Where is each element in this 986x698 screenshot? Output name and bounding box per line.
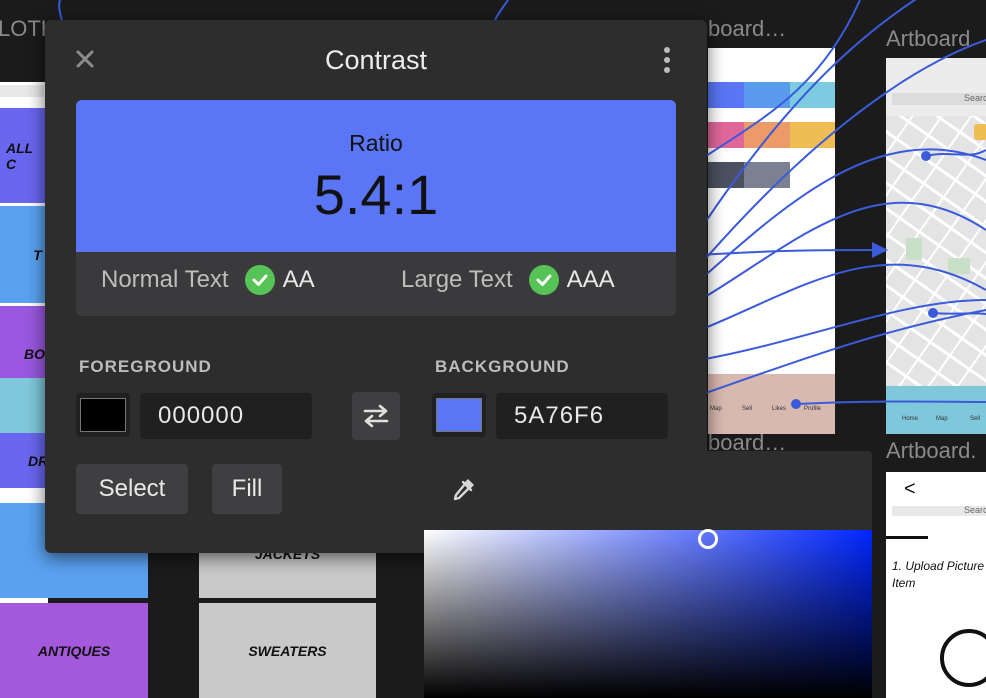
eyedropper-icon[interactable] [450, 475, 478, 503]
contrast-result: Ratio 5.4:1 Normal Text AA Large Text AA… [76, 100, 676, 316]
color-picker [424, 451, 872, 698]
swap-icon [363, 404, 389, 428]
ratio-preview: Ratio 5.4:1 [76, 100, 676, 252]
ratio-value: 5.4:1 [313, 163, 439, 226]
large-text-grade: Large Text AAA [401, 265, 615, 295]
check-icon [528, 265, 559, 295]
color-handle[interactable] [698, 529, 718, 549]
large-text-label: Large Text [401, 266, 513, 293]
fill-button[interactable]: Fill [212, 464, 282, 514]
check-icon [244, 265, 275, 295]
panel-title: Contrast [324, 45, 428, 75]
background-label: BACKGROUND [435, 357, 570, 376]
foreground-hex-input[interactable]: 000000 [140, 393, 312, 439]
normal-text-level: AA [282, 266, 315, 293]
foreground-label: FOREGROUND [79, 357, 212, 376]
saturation-value-area[interactable] [424, 530, 872, 698]
background-swatch[interactable] [432, 393, 486, 437]
normal-text-label: Normal Text [101, 266, 229, 293]
background-hex-input[interactable]: 5A76F6 [496, 393, 668, 439]
select-button[interactable]: Select [76, 464, 188, 514]
swap-colors-button[interactable] [352, 392, 400, 440]
foreground-swatch[interactable] [76, 393, 130, 437]
kebab-menu-icon[interactable] [660, 46, 674, 76]
large-text-level: AAA [566, 266, 615, 293]
normal-text-grade: Normal Text AA [101, 265, 315, 295]
ratio-label: Ratio [349, 130, 403, 156]
